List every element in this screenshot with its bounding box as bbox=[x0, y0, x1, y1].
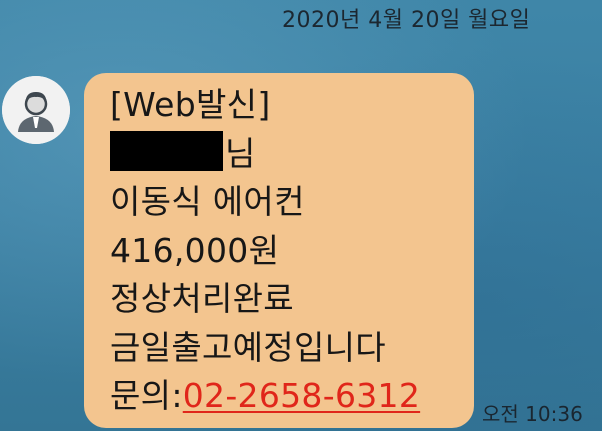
phone-number-link[interactable]: 02-2658-6312 bbox=[183, 376, 420, 415]
message-amount-line: 416,000원 bbox=[110, 230, 280, 270]
message-inquiry-line: 문의:02-2658-6312 bbox=[110, 372, 474, 421]
message-shipping-line: 금일출고예정입니다 bbox=[110, 327, 386, 367]
message-timestamp: 오전 10:36 bbox=[482, 402, 583, 426]
message-recipient-line: 님 bbox=[110, 130, 474, 179]
message-bubble[interactable]: [Web발신] 님 이동식 에어컨 416,000원 정상처리완료 금일출고예정… bbox=[84, 73, 474, 428]
recipient-suffix: 님 bbox=[225, 133, 256, 173]
default-user-avatar-icon bbox=[2, 76, 70, 144]
date-divider: 2020년 4월 20일 월요일 bbox=[282, 8, 531, 33]
message-source-line: [Web발신] bbox=[110, 85, 271, 124]
inquiry-label: 문의: bbox=[110, 376, 183, 415]
message-status-line: 정상처리완료 bbox=[110, 279, 294, 318]
message-product-line: 이동식 에어컨 bbox=[110, 182, 305, 221]
sender-avatar[interactable] bbox=[2, 76, 70, 144]
redacted-name-block bbox=[110, 130, 223, 171]
